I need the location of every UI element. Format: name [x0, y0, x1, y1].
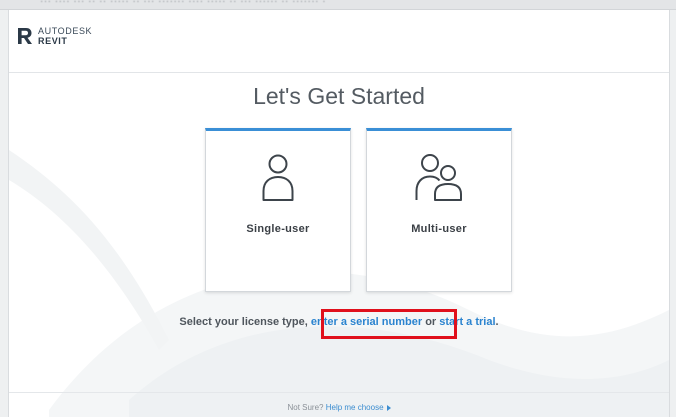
license-prompt: Select your license type, enter a serial… [9, 316, 669, 328]
footer-help: Not Sure? Help me choose [9, 403, 669, 412]
footer-prefix-text: Not Sure? [287, 403, 326, 412]
start-trial-link[interactable]: start a trial [439, 316, 495, 328]
header-divider [9, 72, 669, 73]
enter-serial-number-link[interactable]: enter a serial number [311, 316, 422, 328]
single-user-card[interactable]: Single-user [205, 128, 351, 292]
background-window-strip: ··· ···· ··· ·· ·· ····· ·· ··· ······· … [0, 0, 676, 10]
prompt-suffix-text: . [495, 316, 499, 328]
play-arrow-icon [386, 404, 391, 411]
prompt-prefix-text: Select your license type, [179, 316, 311, 328]
footer-divider [9, 392, 669, 393]
autodesk-revit-brand: AUTODESK REVIT [17, 26, 92, 46]
single-person-icon [206, 151, 350, 203]
revit-r-logo-icon [18, 28, 32, 44]
brand-product-name: REVIT [38, 36, 68, 46]
page-title: Let's Get Started [253, 83, 425, 109]
single-user-label: Single-user [246, 223, 310, 235]
background-window-text: ··· ···· ··· ·· ·· ····· ·· ··· ······· … [40, 0, 327, 7]
prompt-middle-text: or [422, 316, 440, 328]
multi-person-icon [367, 151, 511, 203]
help-me-choose-link[interactable]: Help me choose [326, 403, 384, 412]
multi-user-label: Multi-user [411, 223, 467, 235]
brand-company-name: AUTODESK [38, 26, 93, 36]
license-dialog: AUTODESK REVIT Let's Get Started Single-… [8, 10, 670, 417]
brand-text: AUTODESK REVIT [38, 26, 92, 46]
multi-user-card[interactable]: Multi-user [366, 128, 512, 292]
